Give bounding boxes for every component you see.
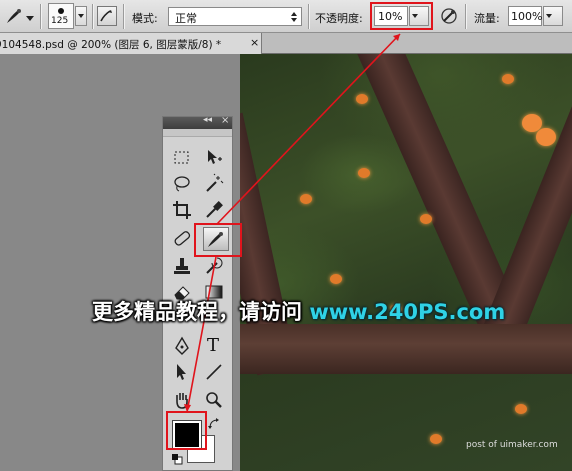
mode-select[interactable]: 正常 (168, 7, 302, 26)
pen-icon[interactable] (171, 335, 193, 357)
eyedropper-icon[interactable] (203, 199, 225, 221)
flower (515, 404, 527, 414)
flow-value: 100% (511, 10, 543, 23)
crop-icon[interactable] (171, 199, 193, 221)
document-tab-bar: 9104548.psd @ 200% (图层 6, 图层蒙版/8) * × (0, 33, 572, 54)
marquee-icon[interactable] (171, 147, 193, 169)
airbrush-icon[interactable] (438, 5, 460, 27)
flower (330, 274, 342, 284)
flow-label: 流量: (474, 12, 500, 25)
close-panel-icon[interactable]: × (221, 115, 229, 126)
lasso-icon[interactable] (171, 173, 193, 195)
zoom-icon[interactable] (203, 389, 225, 411)
flower (300, 194, 312, 204)
opacity-label: 不透明度: (315, 12, 363, 25)
tools-panel-grip[interactable] (163, 129, 232, 137)
highlight-foreground-color (166, 411, 207, 450)
document-close-button[interactable]: × (250, 36, 259, 49)
highlight-opacity-input (370, 2, 433, 30)
magic-wand-icon[interactable] (203, 173, 225, 195)
fence-rail (240, 324, 572, 374)
brush-tool-dropdown-icon[interactable] (26, 12, 34, 21)
flower (358, 168, 370, 178)
tools-panel-header[interactable]: ◂◂ × (163, 115, 232, 129)
line-icon[interactable] (203, 361, 225, 383)
mode-value: 正常 (175, 12, 197, 25)
history-brush-icon[interactable] (203, 255, 225, 277)
move-icon[interactable] (203, 147, 225, 169)
watermark: post of uimaker.com (466, 440, 558, 450)
brush-icon[interactable] (4, 6, 24, 26)
caption-text: 更多精品教程，请访问 (92, 300, 302, 324)
default-colors-icon[interactable] (171, 453, 183, 465)
document-tab[interactable]: 9104548.psd @ 200% (图层 6, 图层蒙版/8) * × (0, 33, 262, 54)
canvas-photo[interactable] (240, 54, 572, 471)
brush-size-value: 125 (51, 16, 69, 26)
clone-stamp-icon[interactable] (171, 255, 193, 277)
mode-label: 模式: (132, 12, 158, 25)
flower (420, 214, 432, 224)
type-tool-glyph: T (207, 335, 220, 356)
flower (356, 94, 368, 104)
highlight-brush-tool (194, 223, 242, 257)
overlay-caption: 更多精品教程，请访问 www.240PS.com (92, 296, 505, 326)
path-selection-icon[interactable] (171, 361, 193, 383)
collapse-panel-icon[interactable]: ◂◂ (203, 115, 212, 125)
document-title: 9104548.psd @ 200% (图层 6, 图层蒙版/8) * (0, 39, 222, 51)
hand-icon[interactable] (171, 389, 193, 411)
brush-preset-picker[interactable]: 125 (48, 3, 74, 29)
flow-dropdown[interactable] (543, 6, 563, 26)
caption-url: www.240PS.com (309, 300, 506, 324)
flow-input[interactable]: 100% (508, 6, 542, 26)
options-bar: 125 模式: 正常 不透明度: 10% 流量: 100% (0, 0, 572, 33)
flower (502, 74, 514, 84)
healing-brush-icon[interactable] (171, 227, 193, 249)
mode-select-arrows-icon (291, 12, 297, 22)
swap-colors-icon[interactable] (207, 417, 221, 431)
brush-panel-toggle-icon[interactable] (97, 6, 117, 26)
flower (536, 128, 556, 146)
type-icon[interactable]: T (203, 335, 225, 357)
brush-preset-dropdown[interactable] (75, 6, 87, 26)
flower (430, 434, 442, 444)
